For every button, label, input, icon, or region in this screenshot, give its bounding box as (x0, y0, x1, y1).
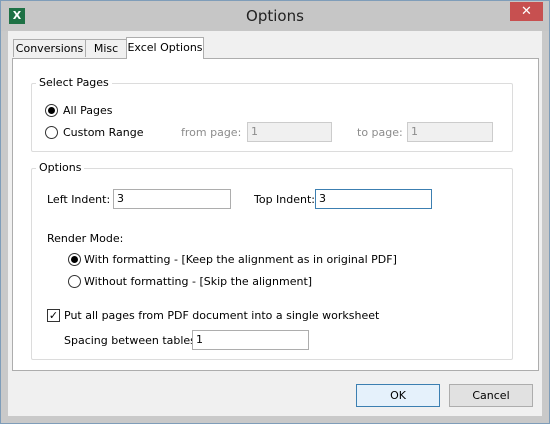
custom-range-radio[interactable] (45, 126, 58, 139)
ok-button[interactable]: OK (356, 384, 440, 407)
with-formatting-radio[interactable] (68, 253, 81, 266)
options-legend: Options (36, 161, 85, 174)
tab-conversions[interactable]: Conversions (13, 39, 86, 57)
spacing-label: Spacing between tables: (64, 334, 200, 347)
title-bar[interactable]: X Options ✕ (1, 1, 549, 31)
options-dialog: X Options ✕ Conversions Misc Excel Optio… (0, 0, 550, 424)
tab-excel-options[interactable]: Excel Options (126, 37, 204, 59)
spacing-input[interactable]: 1 (192, 330, 309, 350)
select-pages-group: Select Pages All Pages Custom Range from… (31, 76, 513, 152)
top-indent-input[interactable]: 3 (315, 189, 432, 209)
left-indent-label: Left Indent: (47, 193, 111, 206)
all-pages-radio[interactable] (45, 104, 58, 117)
cancel-button[interactable]: Cancel (449, 384, 533, 407)
left-indent-input[interactable]: 3 (113, 189, 231, 209)
render-mode-label: Render Mode: (47, 232, 124, 245)
window-title: Options (246, 7, 304, 25)
from-page-input[interactable]: 1 (247, 122, 332, 142)
to-page-label: to page: (357, 126, 403, 139)
from-page-label: from page: (181, 126, 242, 139)
with-formatting-label[interactable]: With formatting - [Keep the alignment as… (84, 253, 397, 266)
dialog-client-area: Conversions Misc Excel Options Select Pa… (8, 31, 542, 416)
excel-options-panel: Select Pages All Pages Custom Range from… (12, 58, 539, 371)
close-button[interactable]: ✕ (510, 2, 543, 21)
single-worksheet-checkbox[interactable]: ✓ (47, 309, 60, 322)
tab-misc[interactable]: Misc (85, 39, 127, 57)
single-worksheet-label[interactable]: Put all pages from PDF document into a s… (64, 309, 379, 322)
all-pages-label[interactable]: All Pages (63, 104, 113, 117)
to-page-input[interactable]: 1 (407, 122, 493, 142)
without-formatting-label[interactable]: Without formatting - [Skip the alignment… (84, 275, 312, 288)
custom-range-label[interactable]: Custom Range (63, 126, 144, 139)
select-pages-legend: Select Pages (36, 76, 112, 89)
top-indent-label: Top Indent: (254, 193, 316, 206)
options-group: Options Left Indent: 3 Top Indent: 3 Ren… (31, 161, 513, 360)
without-formatting-radio[interactable] (68, 275, 81, 288)
